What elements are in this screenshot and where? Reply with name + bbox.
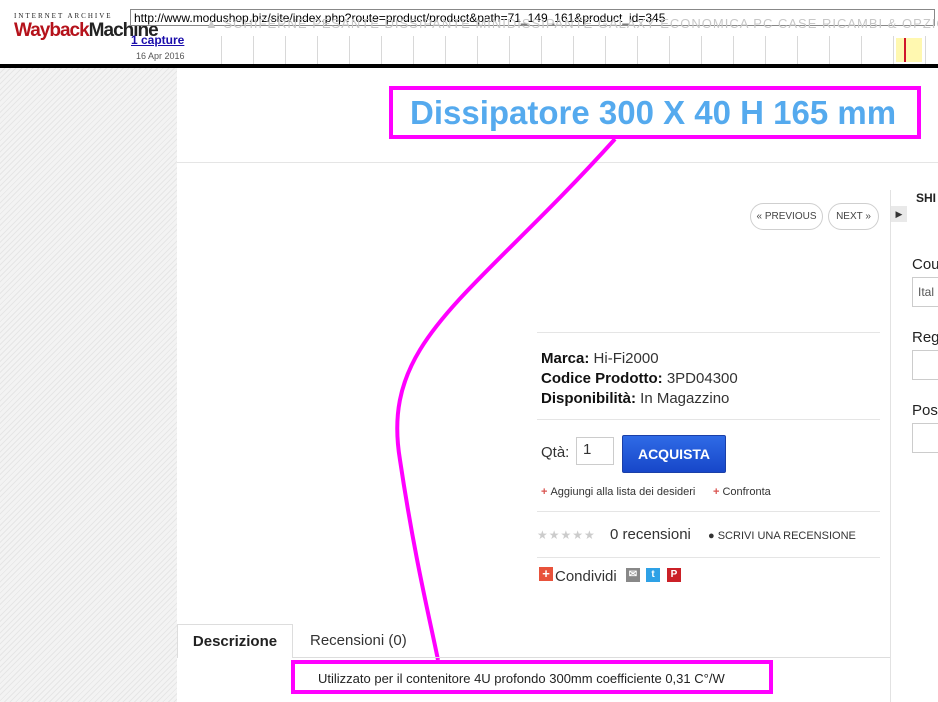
wayback-logo[interactable]: INTERNET ARCHIVE WaybackMachine bbox=[14, 12, 159, 42]
wayback-timeline-marker bbox=[904, 38, 906, 62]
info-divider-share bbox=[537, 557, 880, 558]
right-column-divider bbox=[890, 190, 891, 702]
wayback-captures-link[interactable]: 1 capture bbox=[131, 33, 184, 47]
info-divider-top bbox=[537, 332, 880, 333]
rating-stars: ★★★★★ bbox=[537, 528, 596, 542]
wayback-logo-main: WaybackMachine bbox=[14, 20, 159, 41]
region-label: Reg bbox=[912, 329, 938, 346]
tab-description[interactable]: Descrizione bbox=[177, 624, 293, 658]
wayback-logo-top: INTERNET ARCHIVE bbox=[14, 12, 113, 20]
pinterest-share-icon[interactable]: P bbox=[667, 568, 681, 582]
email-share-icon[interactable]: ✉ bbox=[626, 568, 640, 582]
region-select[interactable] bbox=[912, 350, 938, 380]
compare-link[interactable]: + Confronta bbox=[713, 486, 771, 498]
postcode-input[interactable] bbox=[912, 423, 938, 453]
next-button[interactable]: NEXT » bbox=[828, 203, 879, 230]
wayback-toolbar: INTERNET ARCHIVE WaybackMachine http://w… bbox=[0, 0, 938, 68]
previous-button[interactable]: « PREVIOUS bbox=[750, 203, 823, 230]
title-divider bbox=[177, 162, 938, 163]
plus-icon: + bbox=[713, 486, 720, 498]
plus-icon: + bbox=[541, 486, 548, 498]
brand-link[interactable]: Hi-Fi2000 bbox=[594, 350, 659, 367]
quantity-input[interactable]: 1 bbox=[576, 437, 614, 465]
buy-button[interactable]: ACQUISTA bbox=[622, 435, 726, 473]
share-plus-icon[interactable]: + bbox=[539, 567, 553, 581]
comment-icon: ● bbox=[708, 530, 715, 542]
collapse-arrow-icon[interactable]: ▶ bbox=[891, 206, 907, 222]
wayback-timeline-current-year[interactable] bbox=[896, 38, 922, 62]
page-background-hatch bbox=[0, 0, 177, 702]
info-divider-middle bbox=[537, 419, 880, 420]
wayback-timeline[interactable] bbox=[190, 36, 935, 64]
share-label[interactable]: Condividi bbox=[555, 568, 617, 585]
product-title: Dissipatore 300 X 40 H 165 mm bbox=[410, 94, 897, 131]
country-select[interactable]: Ital bbox=[912, 277, 938, 307]
postcode-label: Pos bbox=[912, 402, 938, 419]
wayback-capture-date: 16 Apr 2016 bbox=[136, 51, 185, 61]
brand-line: Marca: Hi-Fi2000 bbox=[541, 350, 659, 367]
write-review-link[interactable]: ● SCRIVI UNA RECENSIONE bbox=[708, 530, 856, 542]
tab-reviews[interactable]: Recensioni (0) bbox=[310, 632, 407, 649]
availability-line: Disponibilità: In Magazzino bbox=[541, 390, 730, 407]
product-code-line: Codice Prodotto: 3PD04300 bbox=[541, 370, 738, 387]
product-description: Utilizzato per il contenitore 4U profond… bbox=[318, 671, 725, 686]
site-menu-behind-toolbar: ▲ SCHIFERNE PESANTE DISSIPANTE MINIDISSI… bbox=[205, 16, 938, 31]
reviews-count-link[interactable]: 0 recensioni bbox=[610, 526, 691, 543]
shipping-heading: SHI bbox=[916, 191, 937, 205]
country-label: Cou bbox=[912, 256, 938, 273]
add-to-wishlist-link[interactable]: + Aggiungi alla lista dei desideri bbox=[541, 486, 695, 498]
quantity-label: Qtà: bbox=[541, 444, 570, 461]
info-divider-reviews bbox=[537, 511, 880, 512]
twitter-share-icon[interactable]: t bbox=[646, 568, 660, 582]
